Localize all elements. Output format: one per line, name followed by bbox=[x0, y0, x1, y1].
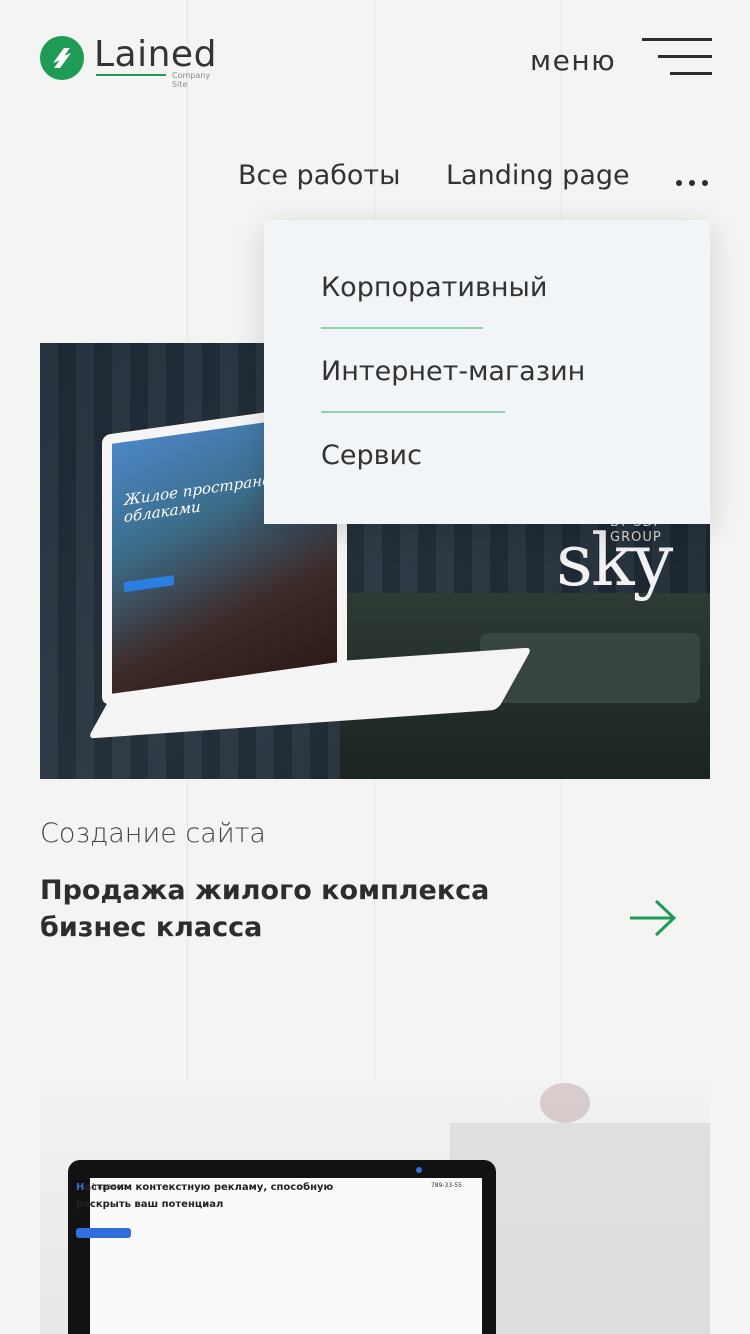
logo-underline bbox=[96, 74, 166, 76]
filter-dropdown: Корпоративный Интернет-магазин Сервис bbox=[264, 220, 710, 524]
project-image[interactable]: Impacco 789-33-55 Настроим контекстную р… bbox=[40, 1083, 710, 1334]
dropdown-item-corporate[interactable]: Корпоративный bbox=[321, 272, 547, 303]
project-title[interactable]: Продажа жилого комплекса бизнес класса bbox=[40, 872, 600, 946]
logo-name: Lained bbox=[94, 34, 217, 75]
menu-label[interactable]: меню bbox=[530, 44, 616, 77]
dropdown-item-online-store[interactable]: Интернет-магазин bbox=[321, 356, 585, 387]
screen-heading: Настроим контекстную рекламу, способную … bbox=[76, 1182, 334, 1210]
ellipsis-icon[interactable] bbox=[672, 180, 712, 190]
screen-phone: 789-33-55 bbox=[430, 1182, 462, 1189]
filter-landing-page[interactable]: Landing page bbox=[446, 160, 630, 191]
dropdown-divider bbox=[321, 327, 483, 329]
filter-all-works[interactable]: Все работы bbox=[238, 160, 400, 191]
screen-dot bbox=[416, 1167, 422, 1173]
logo-icon bbox=[40, 36, 84, 80]
project-category: Создание сайта bbox=[40, 818, 266, 849]
arrow-right-icon[interactable] bbox=[628, 898, 678, 942]
dropdown-divider bbox=[321, 411, 505, 413]
dropdown-item-service[interactable]: Сервис bbox=[321, 440, 422, 471]
logo-tagline: Company Site bbox=[172, 71, 211, 89]
brand-logo: sky bbox=[556, 518, 673, 602]
screen-button bbox=[76, 1228, 131, 1238]
hamburger-menu-icon[interactable] bbox=[640, 38, 712, 78]
logo[interactable]: Lained Company Site bbox=[40, 34, 224, 89]
